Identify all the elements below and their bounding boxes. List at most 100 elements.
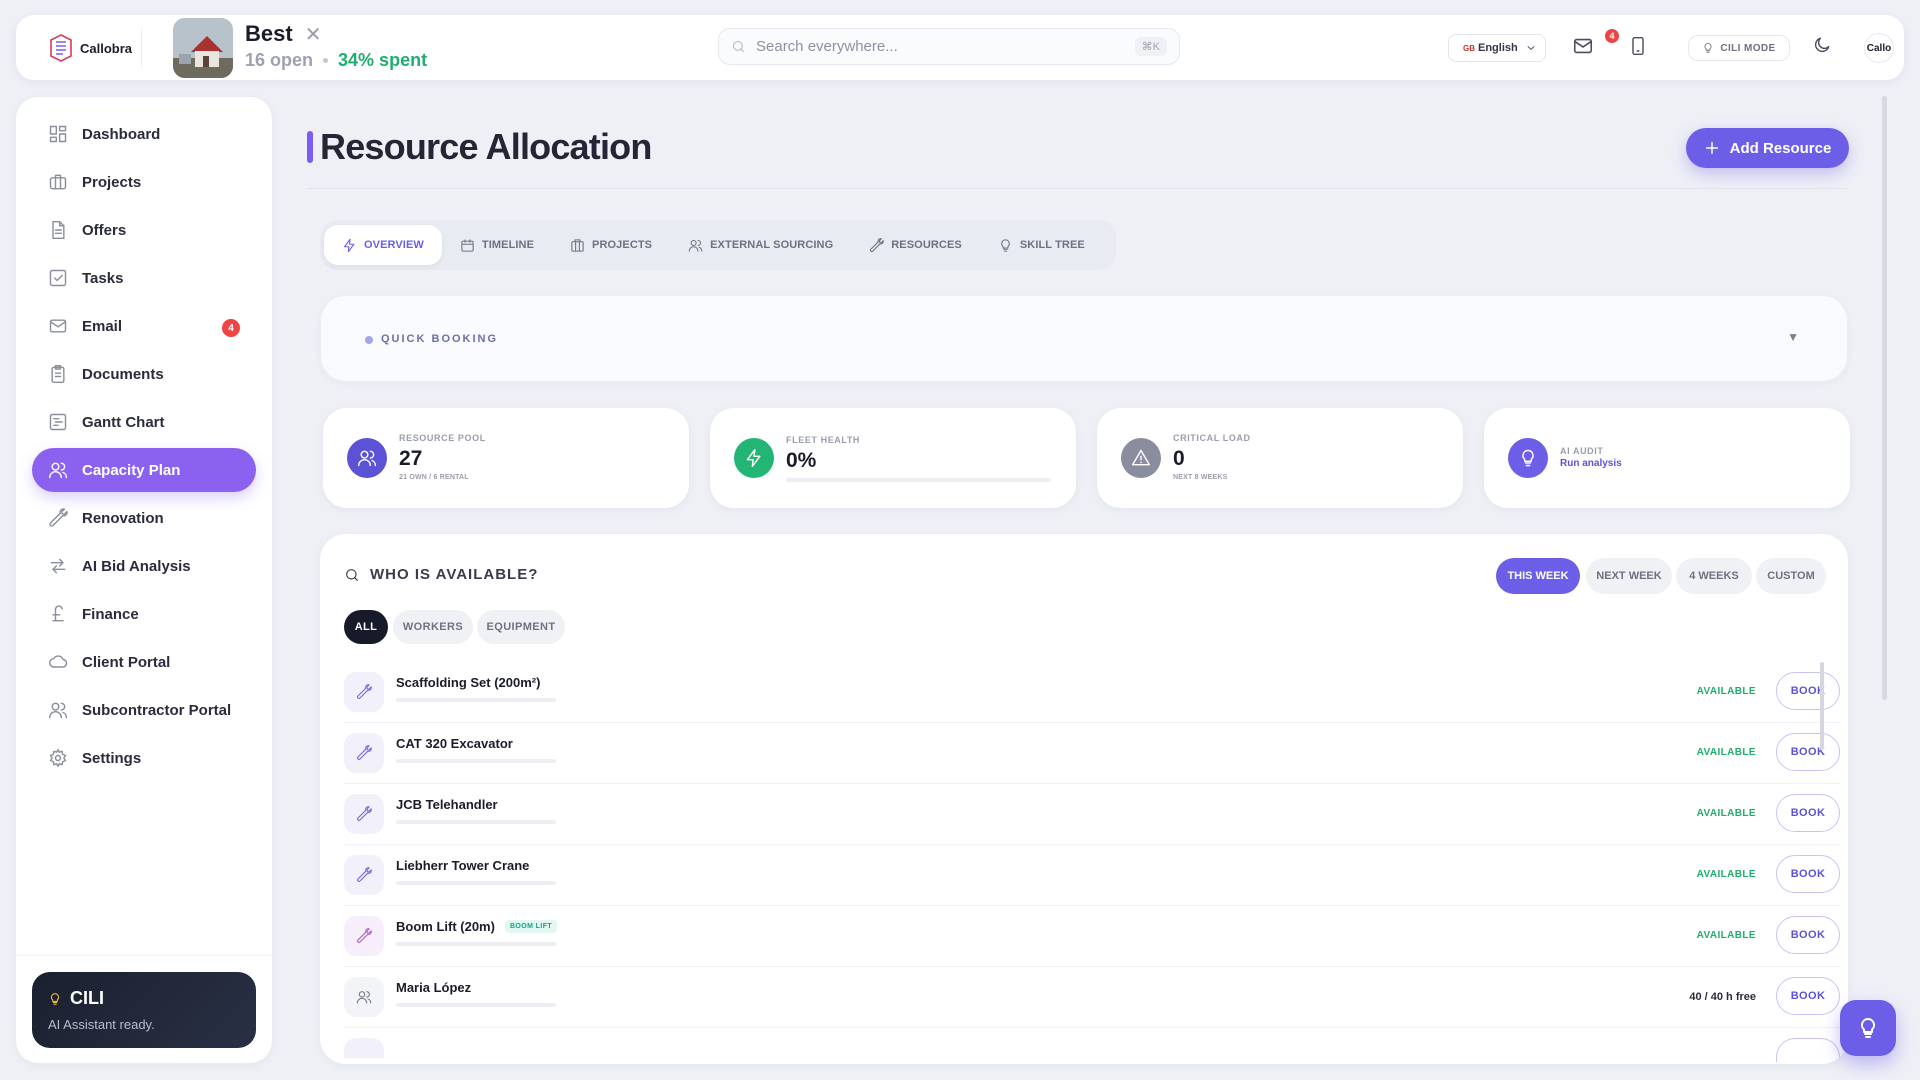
period-custom[interactable]: CUSTOM — [1756, 558, 1826, 594]
period-4-weeks[interactable]: 4 WEEKS — [1676, 558, 1752, 594]
user-avatar[interactable]: Callo — [1864, 33, 1894, 63]
tab-projects[interactable]: PROJECTS — [552, 225, 670, 265]
tab-external-sourcing[interactable]: EXTERNAL SOURCING — [670, 225, 851, 265]
app-logo[interactable]: Callobra — [38, 27, 142, 69]
book-button[interactable]: BOOK — [1776, 916, 1840, 954]
list-item-icon-partial — [344, 1038, 384, 1058]
sidebar-item-label: Documents — [82, 365, 164, 383]
sidebar-item-settings[interactable]: Settings — [32, 736, 256, 780]
expand-caret-icon[interactable]: ▼ — [1787, 330, 1799, 344]
tab-timeline[interactable]: TIMELINE — [442, 225, 552, 265]
resource-name-row: Scaffolding Set (200m²) — [396, 675, 540, 690]
list-scrollbar[interactable] — [1820, 662, 1824, 750]
sidebar-item-finance[interactable]: Finance — [32, 592, 256, 636]
sidebar-item-label: Client Portal — [82, 653, 171, 671]
sidebar-item-client-portal[interactable]: Client Portal — [32, 640, 256, 684]
add-resource-label: Add Resource — [1729, 139, 1832, 157]
sidebar-item-renovation[interactable]: Renovation — [32, 496, 256, 540]
device-button[interactable] — [1628, 35, 1648, 57]
sidebar-item-email[interactable]: Email 4 — [32, 304, 256, 348]
wrench-icon — [344, 672, 384, 712]
resource-name: Maria López — [396, 980, 472, 995]
sidebar-item-gantt-chart[interactable]: Gantt Chart — [32, 400, 256, 444]
sidebar-item-documents[interactable]: Documents — [32, 352, 256, 396]
book-button-partial[interactable] — [1776, 1038, 1840, 1062]
add-resource-button[interactable]: Add Resource — [1686, 128, 1849, 168]
resource-name-row: Maria López — [396, 980, 471, 995]
book-button[interactable]: BOOK — [1776, 672, 1840, 710]
mail-button[interactable] — [1572, 35, 1594, 57]
book-button[interactable]: BOOK — [1776, 794, 1840, 832]
wrench-icon — [870, 237, 885, 252]
title-divider — [307, 188, 1847, 189]
sidebar-item-tasks[interactable]: Tasks — [32, 256, 256, 300]
cili-assistant-button[interactable] — [1840, 1000, 1896, 1056]
sidebar-item-label: Finance — [82, 605, 139, 623]
sidebar-item-projects[interactable]: Projects — [32, 160, 256, 204]
tab-label: OVERVIEW — [364, 239, 424, 251]
stat-card-ai-audit: AI AUDIT Run analysis — [1484, 408, 1850, 508]
sidebar-item-capacity-plan[interactable]: Capacity Plan — [32, 448, 256, 492]
sidebar-item-subcontractor-portal[interactable]: Subcontractor Portal — [32, 688, 256, 732]
load-bar — [396, 942, 556, 946]
quick-booking-label: QUICK BOOKING — [381, 333, 499, 345]
sidebar-item-offers[interactable]: Offers — [32, 208, 256, 252]
stat-label: CRITICAL LOAD — [1173, 433, 1251, 443]
load-bar — [396, 881, 556, 885]
logo-icon — [50, 34, 72, 62]
briefcase-icon — [49, 174, 67, 190]
wrench-icon — [49, 508, 68, 527]
project-summary: 16 open 34% spent — [245, 50, 427, 71]
filter-equipment[interactable]: EQUIPMENT — [477, 610, 565, 644]
ai-assistant-card[interactable]: CILI AI Assistant ready. — [32, 972, 256, 1048]
assistant-title-row: CILI — [48, 988, 240, 1009]
book-button[interactable]: BOOK — [1776, 977, 1840, 1015]
language-select[interactable]: GB English — [1448, 34, 1546, 62]
run-analysis-link[interactable]: Run analysis — [1560, 458, 1622, 469]
tab-skill-tree[interactable]: SKILL TREE — [980, 225, 1103, 265]
moon-icon — [1814, 37, 1830, 53]
sidebar-item-label: Email — [82, 317, 123, 335]
book-button[interactable]: BOOK — [1776, 855, 1840, 893]
resource-name: JCB Telehandler — [396, 797, 498, 812]
global-search[interactable]: Search everywhere... ⌘K — [718, 28, 1180, 65]
sidebar-item-dashboard[interactable]: Dashboard — [32, 112, 256, 156]
search-icon — [346, 568, 358, 581]
users-icon — [48, 462, 68, 479]
title-accent-bar — [307, 131, 313, 163]
cili-mode-toggle[interactable]: CILI MODE — [1688, 35, 1790, 61]
top-bar: Callobra Best ✕ 16 open 34% spent Search… — [16, 15, 1904, 80]
filter-workers[interactable]: WORKERS — [393, 610, 473, 644]
tab-label: SKILL TREE — [1019, 239, 1085, 251]
warning-icon — [1121, 438, 1161, 478]
book-button[interactable]: BOOK — [1776, 733, 1840, 771]
page-scrollbar[interactable] — [1882, 96, 1887, 700]
quick-booking-panel[interactable]: QUICK BOOKING ▼ — [320, 295, 1848, 382]
users-icon — [344, 977, 384, 1017]
resource-tag: BOOM LIFT — [504, 920, 558, 933]
theme-toggle[interactable] — [1812, 35, 1832, 55]
project-thumbnail[interactable] — [173, 18, 233, 78]
stat-label: AI AUDIT — [1560, 446, 1604, 456]
project-name[interactable]: Best — [245, 21, 293, 47]
quick-booking-dot — [365, 336, 373, 344]
stat-value: 27 — [399, 447, 423, 470]
wrench-icon — [344, 855, 384, 895]
period-this-week[interactable]: THIS WEEK — [1496, 558, 1580, 594]
tab-resources[interactable]: RESOURCES — [851, 225, 980, 265]
sidebar-item-ai-bid-analysis[interactable]: AI Bid Analysis — [32, 544, 256, 588]
dashboard-icon — [49, 125, 67, 143]
sidebar-item-label: Subcontractor Portal — [82, 701, 232, 719]
users-icon — [347, 438, 387, 478]
mail-badge: 4 — [1605, 29, 1619, 43]
period-next-week[interactable]: NEXT WEEK — [1586, 558, 1672, 594]
sidebar-item-label: Capacity Plan — [82, 461, 181, 479]
calendar-icon — [461, 238, 474, 252]
project-title: Best ✕ — [245, 21, 321, 47]
tab-overview[interactable]: OVERVIEW — [324, 225, 442, 265]
spent-percent: 34% spent — [338, 50, 428, 70]
filter-all[interactable]: ALL — [344, 610, 388, 644]
close-project-icon[interactable]: ✕ — [305, 22, 322, 47]
sidebar-item-label: AI Bid Analysis — [82, 557, 191, 575]
separator-dot — [323, 58, 329, 63]
